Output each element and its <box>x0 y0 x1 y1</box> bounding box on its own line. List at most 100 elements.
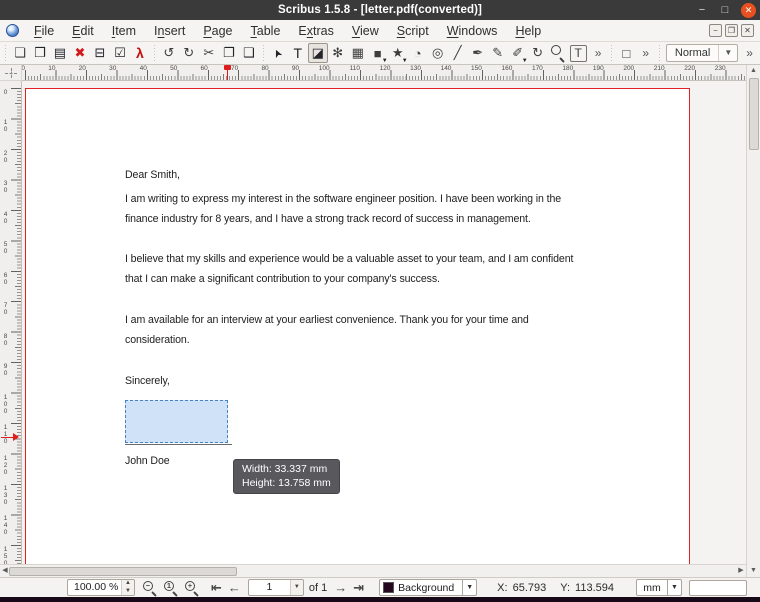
mdi-close-icon[interactable]: ✕ <box>741 24 754 37</box>
insert-freehand-line-icon[interactable]: ✎ <box>488 43 508 63</box>
toolbar-overflow-icon[interactable]: » <box>589 46 608 60</box>
cut-icon[interactable]: ✂ <box>199 43 219 63</box>
menu-windows[interactable]: Windows <box>438 22 507 40</box>
zoom-default-button[interactable]: 1 <box>162 580 179 597</box>
zoom-level-value[interactable]: 100.00 % <box>68 580 121 595</box>
menu-file[interactable]: File <box>25 22 63 40</box>
toolbar-handle <box>657 45 662 61</box>
insert-line-icon[interactable]: ╱ <box>448 43 468 63</box>
close-window-icon[interactable]: ✕ <box>741 2 756 18</box>
horizontal-scrollbar-thumb[interactable] <box>9 566 237 576</box>
menu-edit[interactable]: Edit <box>63 22 103 40</box>
previous-page-button[interactable]: ← <box>225 580 244 595</box>
print-icon[interactable]: ⊟ <box>90 43 110 63</box>
zoom-in-button[interactable]: + <box>183 580 200 597</box>
layer-select[interactable]: Background <box>379 579 464 596</box>
mdi-restore-icon[interactable]: ❐ <box>725 24 738 37</box>
unit-select[interactable]: mm <box>635 579 668 596</box>
menu-table[interactable]: Table <box>242 22 290 40</box>
insert-spiral-icon[interactable]: ◎ <box>428 43 448 63</box>
statusbar: 100.00 % ▲ ▼ − 1 + ⇤ ← 1 ▼ of 1 → ⇥ Backg… <box>0 577 760 597</box>
menu-view[interactable]: View <box>343 22 388 40</box>
ruler-origin[interactable] <box>0 65 22 81</box>
scroll-right-icon[interactable]: ▶ <box>736 565 746 577</box>
horizontal-ruler[interactable]: 0102030405060708090100110120130140150160… <box>22 65 746 81</box>
scribus-logo-icon <box>6 24 19 37</box>
zoom-tool-icon[interactable] <box>548 43 568 63</box>
insert-shape-icon[interactable]: ■ ▼ <box>368 43 388 65</box>
scroll-down-icon[interactable]: ▼ <box>747 565 760 577</box>
letter-greeting: Dear Smith, <box>125 169 180 181</box>
select-item-icon[interactable]: ➤ <box>268 43 288 63</box>
image-frame-selection[interactable] <box>125 400 228 443</box>
toolbar: ❏ ❒ ▤ ✖ ⊟ ☑ λ ↺ ↻ ✂ ❐ ❑ ➤ T ◪ ✻ ▦ ■ ▼ ★ ▼ ◔ ◎ ╱ ✒ ✎ ✐ ▼ ↻ T» □» Normal ▼… <box>0 42 760 65</box>
canvas[interactable]: Dear Smith, I am writing to express my in… <box>22 81 746 564</box>
copy-icon[interactable]: ❐ <box>219 43 239 63</box>
new-document-icon[interactable]: ❏ <box>10 43 30 63</box>
export-pdf-icon[interactable]: λ <box>130 43 150 63</box>
window-title: Scribus 1.5.8 - [letter.pdf(converted)] <box>278 4 482 16</box>
hruler-label: 10 <box>48 65 56 72</box>
toolbar-overflow-icon[interactable]: » <box>740 46 759 60</box>
first-page-button[interactable]: ⇤ <box>208 580 225 596</box>
hruler-label: 90 <box>291 65 300 72</box>
insert-polygon-icon[interactable]: ★ ▼ <box>388 43 408 64</box>
current-page-value[interactable]: 1 <box>249 580 290 595</box>
menu-script[interactable]: Script <box>388 22 438 40</box>
menu-insert[interactable]: Insert <box>145 22 194 40</box>
rotate-item-icon[interactable]: ↻ <box>528 43 548 63</box>
open-document-icon[interactable]: ❒ <box>30 43 50 63</box>
last-page-button[interactable]: ⇥ <box>350 580 367 596</box>
menu-extras[interactable]: Extras <box>289 22 342 40</box>
current-page-spinbox[interactable]: 1 ▼ <box>247 579 304 596</box>
vertical-ruler[interactable]: 0 10 20 30 40 50 60 70 80 90 100 110 120 130 140 150 <box>0 81 22 564</box>
vruler-label: 60 <box>2 271 9 286</box>
pdf-push-button-icon[interactable]: □ <box>616 43 636 63</box>
horizontal-scrollbar[interactable]: ◀ ▶ <box>0 564 746 577</box>
zoom-spinner-arrows[interactable]: ▲ ▼ <box>121 580 134 595</box>
layer-select-arrow-icon[interactable]: ▼ <box>463 579 478 596</box>
vertical-scrollbar-thumb[interactable] <box>748 78 759 150</box>
next-page-button[interactable]: → <box>331 580 350 595</box>
hruler-label: 150 <box>471 65 482 72</box>
insert-calligraphic-line-icon[interactable]: ✐ ▼ <box>508 43 527 64</box>
preview-quality-select[interactable]: Normal ▼ <box>665 44 739 62</box>
zoom-out-button[interactable]: − <box>141 580 158 597</box>
insert-table-icon[interactable]: ▦ <box>348 43 368 63</box>
preflight-verifier-icon[interactable]: ☑ <box>110 43 130 63</box>
workspace: 0102030405060708090100110120130140150160… <box>0 65 760 564</box>
vruler-label: 10 <box>2 119 9 134</box>
insert-arc-icon[interactable]: ◔ <box>408 43 428 63</box>
close-icon[interactable]: ✖ <box>70 43 90 63</box>
scroll-up-icon[interactable]: ▲ <box>747 65 760 77</box>
page-spinner-arrow[interactable]: ▼ <box>289 580 303 595</box>
undo-icon[interactable]: ↺ <box>159 43 179 63</box>
zoom-level-spinbox[interactable]: 100.00 % ▲ ▼ <box>67 579 135 596</box>
menu-page[interactable]: Page <box>194 22 241 40</box>
hruler-label: 220 <box>684 65 696 72</box>
hruler-label: 60 <box>200 65 208 72</box>
maximize-window-icon[interactable]: □ <box>718 4 732 16</box>
document-page[interactable]: Dear Smith, I am writing to express my in… <box>25 88 690 564</box>
toolbar-overflow-icon[interactable]: » <box>636 46 655 60</box>
vruler-label: 20 <box>2 149 9 164</box>
unit-select-arrow-icon[interactable]: ▼ <box>667 579 682 596</box>
unit-value: mm <box>643 581 661 594</box>
paste-icon[interactable]: ❑ <box>239 43 259 63</box>
redo-icon[interactable]: ↻ <box>179 43 199 63</box>
save-icon[interactable]: ▤ <box>50 43 70 63</box>
mdi-minimize-icon[interactable]: − <box>709 24 722 37</box>
menu-help[interactable]: Help <box>506 22 550 40</box>
menu-item[interactable]: Item <box>103 22 145 40</box>
minimize-window-icon[interactable]: − <box>695 4 709 16</box>
menubar-items: File Edit Item Insert Page Table Extras View Scr… <box>25 22 550 40</box>
insert-text-frame-icon[interactable]: T <box>288 43 308 63</box>
story-editor-icon[interactable]: T <box>569 44 587 62</box>
insert-bezier-curve-icon[interactable]: ✒ <box>468 43 488 63</box>
hruler-label: 110 <box>349 65 361 72</box>
vertical-scrollbar[interactable]: ▲ ▼ <box>746 65 760 577</box>
status-text-field[interactable] <box>688 579 747 596</box>
insert-image-frame-icon[interactable]: ◪ <box>307 43 328 63</box>
insert-render-frame-icon[interactable]: ✻ <box>328 43 348 63</box>
tooltip-width: Width: 33.337 mm <box>242 463 328 475</box>
